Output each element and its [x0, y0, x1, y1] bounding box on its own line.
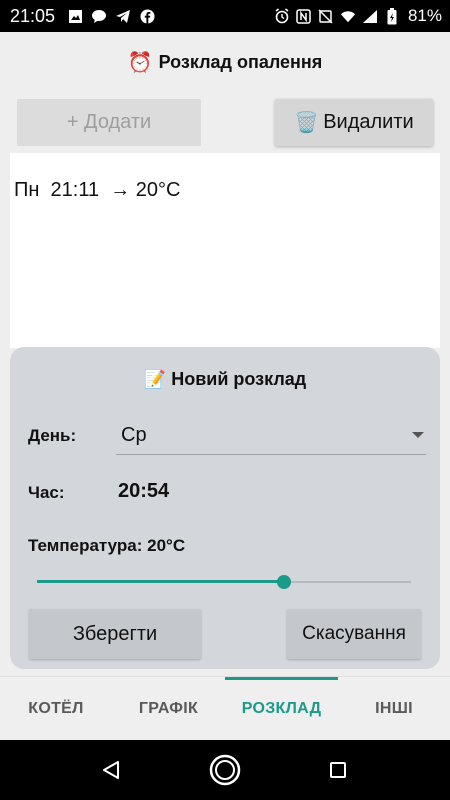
tab-kotel[interactable]: КОТЁЛ — [0, 677, 112, 741]
save-button[interactable]: Зберегти — [29, 609, 201, 659]
recents-square-icon — [330, 762, 346, 778]
recents-button[interactable] — [320, 752, 356, 788]
signal-icon — [362, 8, 378, 24]
home-circle-icon — [209, 754, 241, 786]
dialog-title: 📝 Новий розклад — [10, 369, 440, 390]
notification-icons — [67, 8, 274, 24]
schedule-item[interactable]: Пн 21:11 → 20°C — [14, 179, 180, 202]
slider-fill — [37, 580, 284, 583]
telegram-icon — [115, 8, 131, 24]
battery-icon — [384, 7, 400, 24]
home-button[interactable] — [207, 752, 243, 788]
schedule-list: Пн 21:11 → 20°C — [10, 153, 440, 348]
alarm-clock-icon: ⏰ — [127, 51, 153, 74]
delete-button-label: Видалити — [323, 111, 414, 133]
day-label: День: — [28, 426, 77, 445]
image-icon — [67, 8, 83, 24]
dropdown-arrow-icon — [412, 432, 424, 438]
delete-button[interactable]: 🗑️ Видалити — [275, 99, 433, 146]
cancel-button[interactable]: Скасування — [287, 609, 421, 659]
facebook-icon — [139, 8, 155, 24]
temperature-label: Температура: 20°C — [28, 536, 186, 555]
temperature-slider[interactable] — [37, 572, 411, 592]
dialog-title-text: Новий розклад — [171, 369, 307, 389]
battery-percentage: 81% — [407, 6, 442, 25]
day-select-value: Ср — [121, 424, 147, 446]
new-schedule-dialog: 📝 Новий розклад День: Ср Час: 20:54 Темп… — [10, 347, 440, 669]
memo-icon: 📝 — [143, 369, 167, 389]
tab-bar: КОТЁЛ ГРАФІК РОЗКЛАД ІНШІ — [0, 676, 450, 740]
page-title: ⏰ Розклад опалення — [0, 40, 450, 84]
nfc-off-icon — [318, 8, 334, 24]
status-time: 21:05 — [10, 5, 56, 26]
add-button[interactable]: + Додати — [17, 99, 201, 146]
back-button[interactable] — [93, 752, 129, 788]
trash-icon: 🗑️ — [294, 112, 320, 134]
navigation-bar — [0, 740, 450, 800]
time-label: Час: — [28, 483, 65, 502]
alarm-icon — [274, 8, 290, 24]
wifi-icon — [340, 8, 356, 24]
nfc-icon — [296, 8, 312, 24]
status-bar: 21:05 81% — [0, 0, 450, 32]
time-picker-value[interactable]: 20:54 — [118, 480, 169, 503]
tab-grafik[interactable]: ГРАФІК — [112, 677, 225, 741]
day-select[interactable]: Ср — [116, 415, 426, 455]
page-title-text: Розклад опалення — [158, 51, 323, 72]
tab-rozklad[interactable]: РОЗКЛАД — [225, 677, 338, 741]
back-triangle-icon — [103, 761, 119, 779]
tab-inshi[interactable]: ІНШІ — [338, 677, 450, 741]
slider-thumb[interactable] — [276, 575, 291, 589]
chat-bubble-icon — [91, 8, 107, 24]
system-icons: 81% — [274, 6, 442, 26]
